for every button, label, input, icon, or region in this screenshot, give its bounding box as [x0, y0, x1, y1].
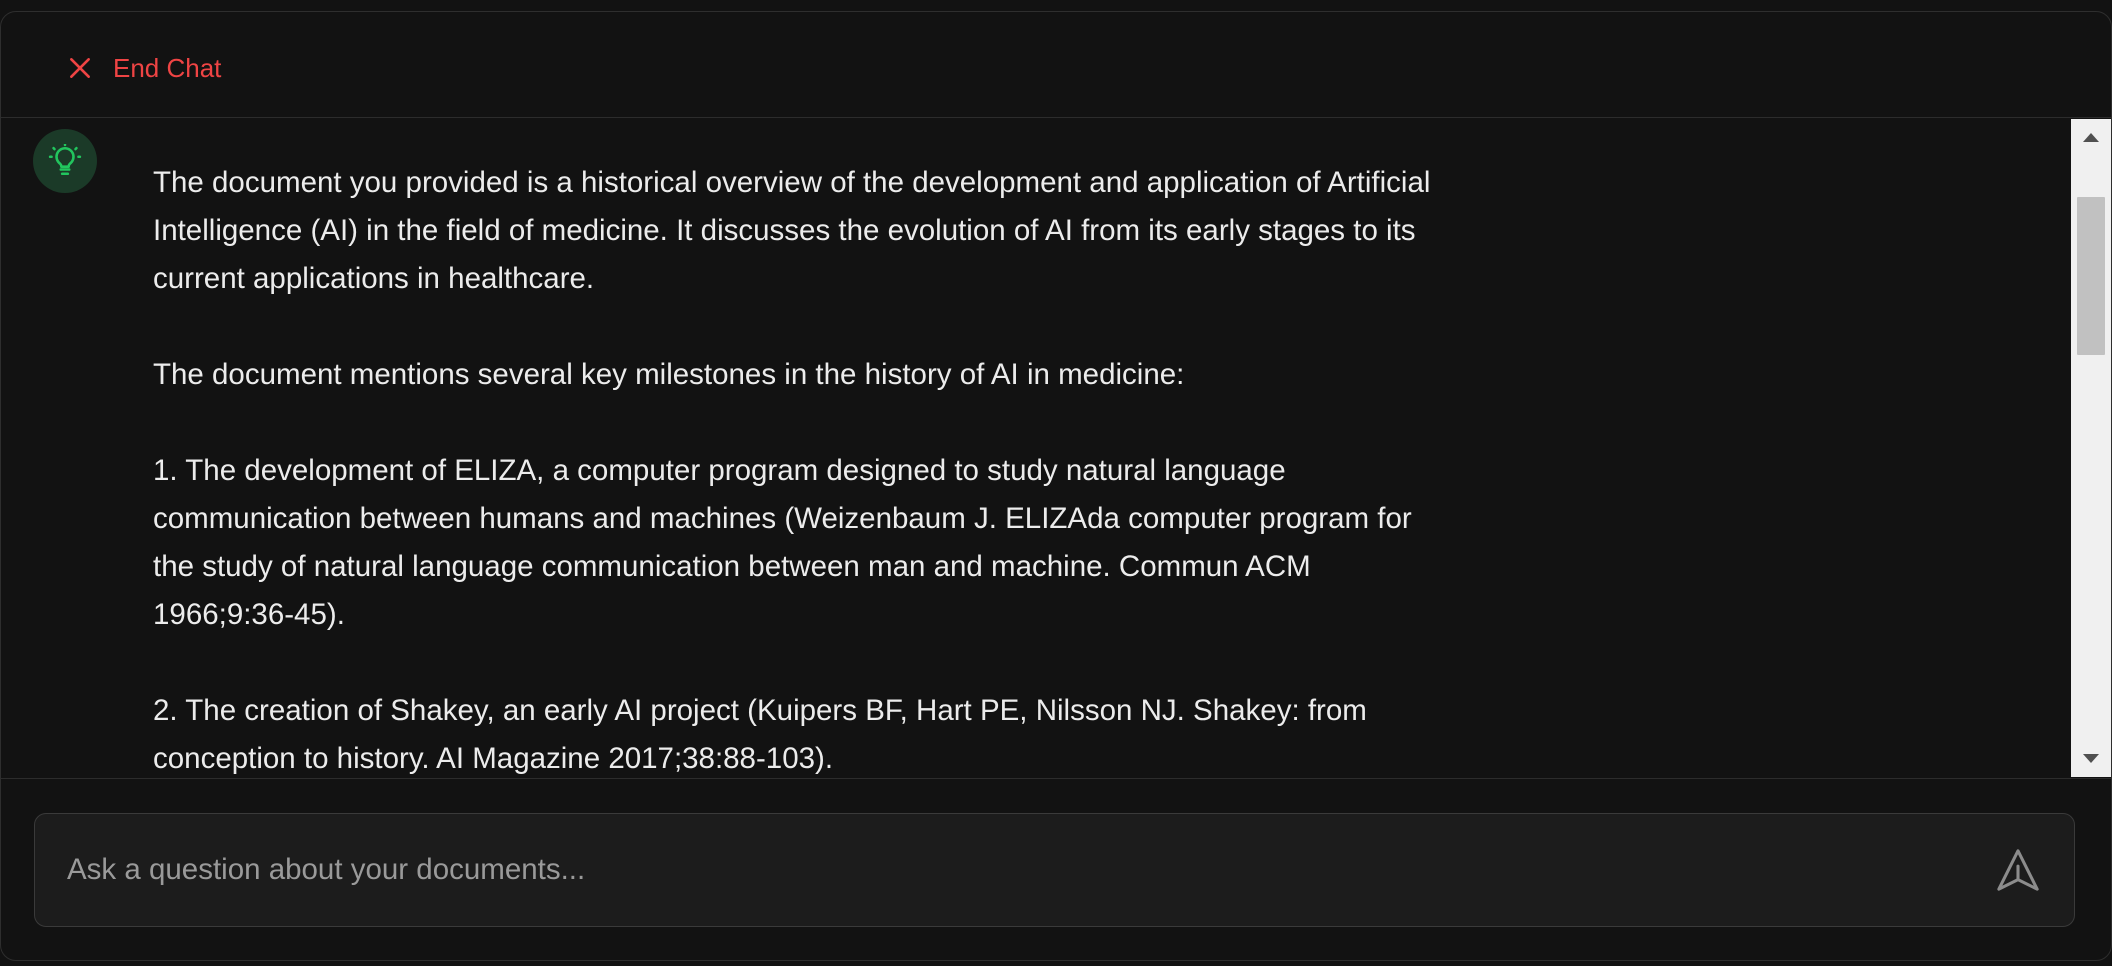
scroll-down-arrow[interactable]: [2071, 741, 2111, 777]
message-body: The document you provided is a historica…: [153, 159, 1443, 777]
message-paragraph: The document mentions several key milest…: [153, 358, 1185, 391]
message-list: The document you provided is a historica…: [1, 119, 2071, 777]
end-chat-button[interactable]: End Chat: [67, 48, 221, 88]
send-button[interactable]: [1992, 844, 2044, 896]
assistant-avatar: [33, 129, 97, 193]
end-chat-label: End Chat: [113, 52, 222, 83]
scrollbar-thumb[interactable]: [2077, 197, 2105, 355]
send-icon: [1995, 847, 2041, 893]
composer: [1, 778, 2111, 960]
question-input[interactable]: [35, 814, 1975, 926]
message-scrollbar[interactable]: [2071, 119, 2111, 777]
message-paragraph: 2. The creation of Shakey, an early AI p…: [153, 694, 1367, 775]
chat-window: End Chat The document you provided is a …: [0, 11, 2112, 961]
chat-header: End Chat: [1, 12, 2111, 118]
message-paragraph: The document you provided is a historica…: [153, 166, 1431, 295]
lightbulb-icon: [48, 144, 82, 178]
composer-box: [34, 813, 2075, 927]
scroll-up-arrow[interactable]: [2071, 119, 2111, 155]
close-icon: [67, 55, 93, 81]
message-paragraph: 1. The development of ELIZA, a computer …: [153, 454, 1412, 631]
